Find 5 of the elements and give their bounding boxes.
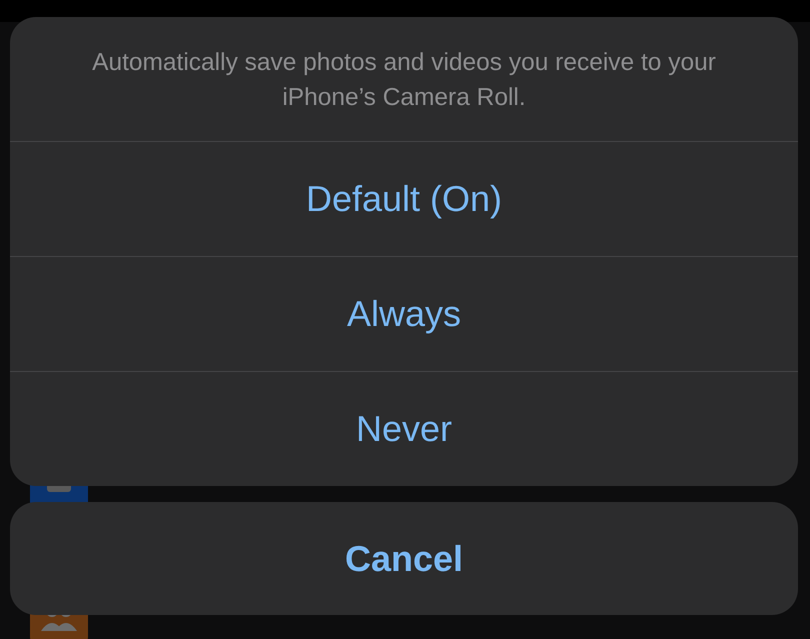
option-button[interactable]: Never xyxy=(10,371,798,486)
sheet-message: Automatically save photos and videos you receive to your iPhone’s Camera Roll. xyxy=(91,48,717,113)
cancel-button[interactable]: Cancel xyxy=(10,502,798,615)
option-button[interactable]: Always xyxy=(10,256,798,371)
option-button[interactable]: Default (On) xyxy=(10,141,798,256)
